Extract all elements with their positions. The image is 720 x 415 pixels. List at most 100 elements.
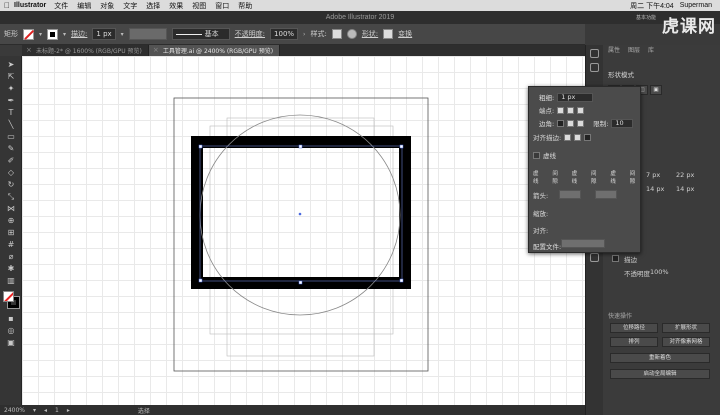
align-center-icon[interactable] <box>564 133 572 141</box>
projecting-cap-icon[interactable] <box>577 106 585 114</box>
end-arrowhead-select[interactable] <box>595 190 617 199</box>
profile-select[interactable] <box>561 239 605 248</box>
fill-color-icon[interactable] <box>3 291 14 302</box>
document-tab-2[interactable]: × 工具管理.ai @ 2400% (RGB/GPU 预览) <box>148 45 281 56</box>
start-arrowhead-select[interactable] <box>559 190 581 199</box>
round-join-icon[interactable] <box>567 119 575 127</box>
exclude-icon[interactable]: ▣ <box>650 85 662 95</box>
align-inside-icon[interactable] <box>574 133 582 141</box>
menu-app-name[interactable]: Illustrator <box>14 2 46 9</box>
tab-layers[interactable]: 图层 <box>628 45 640 56</box>
width-tool-icon[interactable]: ⋈ <box>3 204 19 214</box>
shape-properties-icon[interactable] <box>383 29 394 39</box>
menu-file[interactable]: 文件 <box>54 1 68 11</box>
stroke-swatch-small[interactable] <box>612 255 619 262</box>
miter-limit-input[interactable]: 10 <box>611 118 634 128</box>
anchor-point[interactable] <box>198 278 203 283</box>
document-tab-1[interactable]: × 未标题-2* @ 1600% (RGB/GPU 预览) <box>22 45 149 56</box>
global-edit-button[interactable]: 启动全局编辑 <box>610 369 710 379</box>
artboard-nav-next-icon[interactable]: ▸ <box>67 407 70 414</box>
menu-view[interactable]: 视图 <box>192 1 206 11</box>
tab-libraries[interactable]: 库 <box>648 45 654 56</box>
miter-join-icon[interactable] <box>557 119 565 127</box>
artboard-number[interactable]: 1 <box>55 407 59 414</box>
menu-edit[interactable]: 编辑 <box>77 1 91 11</box>
close-icon[interactable]: × <box>26 46 32 54</box>
anchor-point[interactable] <box>399 144 404 149</box>
stroke-row-label[interactable]: 描边 <box>624 254 637 264</box>
eyedropper-tool-icon[interactable]: ⌀ <box>3 252 19 262</box>
expand-shape-button[interactable]: 扩展形状 <box>662 323 710 333</box>
eraser-tool-icon[interactable]: ◇ <box>3 168 19 178</box>
mesh-tool-icon[interactable]: # <box>3 240 19 250</box>
menu-select[interactable]: 选择 <box>146 1 160 11</box>
apple-icon[interactable]:  <box>0 1 14 10</box>
brush-definition[interactable]: 基本 <box>171 28 230 40</box>
arrange-button[interactable]: 排列 <box>610 337 658 347</box>
recolor-icon[interactable] <box>346 29 357 39</box>
stroke-weight-input[interactable]: 1 px <box>557 92 594 102</box>
butt-cap-icon[interactable] <box>557 106 565 114</box>
artboard-canvas[interactable] <box>22 56 585 405</box>
chevron-down-icon[interactable]: ▾ <box>63 31 66 38</box>
graphic-style-swatch[interactable] <box>331 29 342 39</box>
scale-tool-icon[interactable]: ⤡ <box>3 192 19 202</box>
fill-stroke-widget[interactable] <box>3 291 20 309</box>
dashed-line-checkbox[interactable] <box>533 151 540 159</box>
menu-help[interactable]: 帮助 <box>238 1 252 11</box>
chevron-down-icon[interactable]: ▾ <box>39 31 42 38</box>
anchor-point[interactable] <box>298 144 303 149</box>
align-pixel-grid-button[interactable]: 对齐像素网格 <box>662 337 710 347</box>
width-value[interactable]: 7 px <box>646 171 660 179</box>
tab-properties[interactable]: 属性 <box>608 45 620 56</box>
h-value[interactable]: 14 px <box>676 185 694 193</box>
menu-window[interactable]: 窗口 <box>215 1 229 11</box>
chevron-down-icon[interactable]: ▾ <box>33 407 36 414</box>
anchor-point[interactable] <box>399 278 404 283</box>
line-tool-icon[interactable]: ╲ <box>3 120 19 130</box>
close-icon[interactable]: × <box>153 46 159 54</box>
anchor-point[interactable] <box>298 280 303 285</box>
opacity-label[interactable]: 不透明度: <box>235 29 265 39</box>
variable-width-profile[interactable] <box>128 28 167 40</box>
y-value[interactable]: 14 px <box>646 185 664 193</box>
chevron-down-icon[interactable]: ▾ <box>121 31 124 38</box>
round-cap-icon[interactable] <box>567 106 575 114</box>
rectangle-tool-icon[interactable]: ▭ <box>3 132 19 142</box>
column-graph-tool-icon[interactable]: ▥ <box>3 276 19 286</box>
screen-mode-icon[interactable]: ▣ <box>3 338 19 348</box>
symbol-sprayer-tool-icon[interactable]: ✱ <box>3 264 19 274</box>
stroke-label[interactable]: 描边: <box>71 29 87 39</box>
chevron-right-icon[interactable]: › <box>303 31 305 38</box>
menu-object[interactable]: 对象 <box>100 1 114 11</box>
perspective-grid-tool-icon[interactable]: ⊞ <box>3 228 19 238</box>
stroke-weight-field[interactable]: 1 px <box>92 28 116 40</box>
zoom-level[interactable]: 2400% <box>4 407 25 414</box>
menu-user[interactable]: Superman <box>680 2 712 9</box>
paintbrush-tool-icon[interactable]: ✎ <box>3 144 19 154</box>
color-panel-icon[interactable] <box>590 63 599 72</box>
drawing-modes-icon[interactable]: ◎ <box>3 326 19 336</box>
offset-path-button[interactable]: 位移路径 <box>610 323 658 333</box>
transform-label[interactable]: 变换 <box>398 29 412 39</box>
shape-label[interactable]: 形状: <box>362 29 378 39</box>
opacity-field[interactable]: 100% <box>270 28 299 40</box>
color-mode-icon[interactable]: ▪ <box>3 314 19 324</box>
fill-swatch[interactable] <box>23 28 34 40</box>
selection-tool-icon[interactable]: ➤ <box>3 60 19 70</box>
type-tool-icon[interactable]: T <box>3 108 19 118</box>
recolor-button[interactable]: 重新着色 <box>610 353 710 363</box>
height-value[interactable]: 22 px <box>676 171 694 179</box>
artwork[interactable] <box>22 56 585 405</box>
properties-panel-icon[interactable] <box>590 49 599 58</box>
opacity-row-value[interactable]: 100% <box>650 268 669 276</box>
anchor-point[interactable] <box>198 144 203 149</box>
align-outside-icon[interactable] <box>584 133 592 141</box>
layers-panel-icon[interactable] <box>590 253 599 262</box>
pen-tool-icon[interactable]: ✒ <box>3 96 19 106</box>
opacity-row-label[interactable]: 不透明度 <box>624 268 650 278</box>
bevel-join-icon[interactable] <box>577 119 585 127</box>
menu-type[interactable]: 文字 <box>123 1 137 11</box>
menu-effect[interactable]: 效果 <box>169 1 183 11</box>
artboard-nav-prev-icon[interactable]: ◂ <box>44 407 47 414</box>
